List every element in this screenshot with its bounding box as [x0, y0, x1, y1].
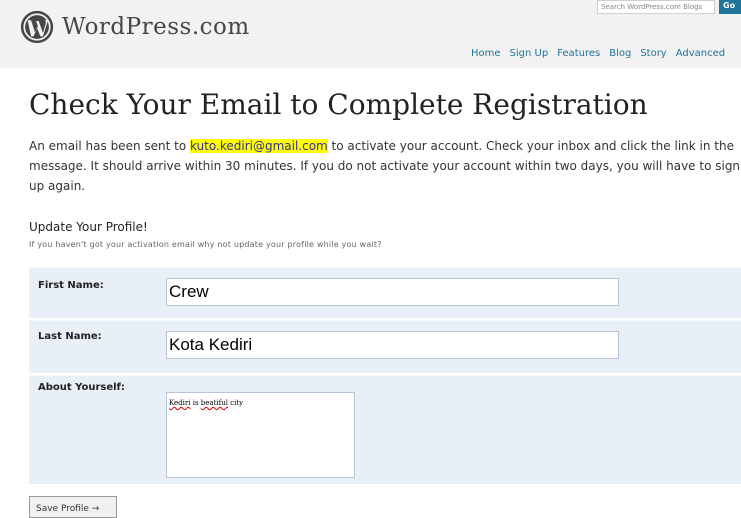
about-label: About Yourself:: [38, 382, 125, 393]
last-name-label: Last Name:: [38, 331, 102, 342]
logo-wordmark: WordPress.com: [62, 14, 250, 40]
intro-before: An email has been sent to: [29, 139, 190, 153]
about-word-beatiful: beatiful: [200, 399, 228, 407]
last-name-input[interactable]: Kota Kediri: [166, 331, 619, 359]
about-row: About Yourself: Kediri is beatiful city: [29, 375, 741, 484]
profile-heading: Update Your Profile!: [29, 220, 148, 234]
last-name-row: Last Name: Kota Kediri: [29, 320, 741, 373]
save-profile-button[interactable]: Save Profile →: [29, 496, 117, 518]
nav-blog[interactable]: Blog: [609, 48, 631, 59]
first-name-label: First Name:: [38, 280, 104, 291]
site-logo[interactable]: WordPress.com: [20, 10, 250, 44]
about-textarea[interactable]: Kediri is beatiful city: [166, 392, 355, 478]
profile-subheading: If you haven't got your activation email…: [29, 240, 382, 249]
about-text-end: city: [227, 399, 244, 407]
search-button[interactable]: Go: [719, 0, 741, 14]
first-name-input[interactable]: Crew: [166, 278, 619, 306]
site-header: WordPress.com Search WordPress.com Blogs…: [0, 0, 741, 68]
nav-story[interactable]: Story: [640, 48, 666, 59]
search-input[interactable]: Search WordPress.com Blogs: [597, 0, 715, 14]
page-title: Check Your Email to Complete Registratio…: [29, 88, 648, 121]
nav-advanced[interactable]: Advanced: [676, 48, 725, 59]
nav-sign-up[interactable]: Sign Up: [510, 48, 549, 59]
intro-text: An email has been sent to kuto.kediri@gm…: [29, 136, 741, 196]
about-word-kediri: Kediri: [169, 399, 191, 407]
first-name-row: First Name: Crew: [29, 267, 741, 318]
about-text-mid: is: [190, 399, 201, 407]
top-nav: Home Sign Up Features Blog Story Advance…: [471, 48, 725, 59]
wordpress-logo-icon: [20, 10, 54, 44]
nav-home[interactable]: Home: [471, 48, 501, 59]
email-address[interactable]: kuto.kediri@gmail.com: [190, 139, 328, 153]
nav-features[interactable]: Features: [557, 48, 600, 59]
